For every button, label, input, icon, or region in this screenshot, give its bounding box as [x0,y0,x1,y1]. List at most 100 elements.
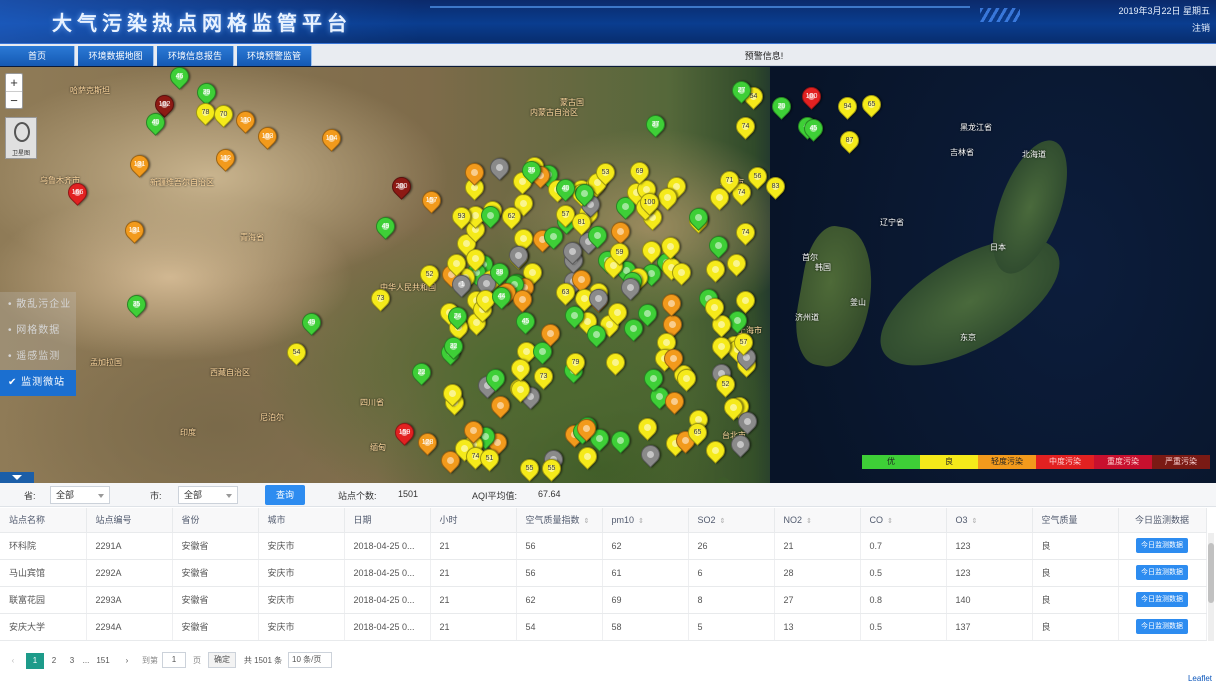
goto-confirm-button[interactable]: 确定 [208,652,236,668]
sort-icon[interactable]: ⇕ [720,517,726,525]
station-marker[interactable]: 35 [123,291,150,318]
station-marker[interactable]: 131 [126,151,153,178]
page-3[interactable]: 3 [66,653,78,669]
sort-icon[interactable]: ⇕ [887,517,893,525]
table-row[interactable]: 安庆大学 2294A 安徽省 安庆市 2018-04-25 0... 21 54 58 5 13 0… [0,613,1207,641]
layer-thumbnail[interactable]: 卫星图 [5,117,37,159]
sort-icon[interactable]: ⇕ [584,517,590,525]
today-data-button[interactable]: 今日监测数据 [1136,565,1188,580]
station-marker[interactable]: 110 [232,107,259,134]
station-marker[interactable]: 74 [732,219,759,246]
sort-icon[interactable]: ⇕ [806,517,812,525]
tab-env-warning[interactable]: 环境预警监管 [237,46,312,66]
sort-icon[interactable]: ⇕ [638,517,644,525]
col-no2[interactable]: NO2 ⇕ [774,508,861,533]
today-data-button[interactable]: 今日监测数据 [1136,619,1188,634]
today-data-button[interactable]: 今日监测数据 [1136,592,1188,607]
side-item-micro-station[interactable]: ✔ 监测微站 [0,370,76,396]
station-marker-value: 35 [132,301,141,308]
station-marker[interactable]: 49 [372,213,399,240]
page-1[interactable]: 1 [26,653,44,669]
station-marker[interactable]: 159 [391,419,418,446]
col-station-id: 站点编号 [86,508,173,533]
station-marker[interactable]: 112 [212,145,239,172]
station-marker[interactable]: 49 [298,309,325,336]
station-marker-value: 131 [128,227,141,234]
station-marker[interactable] [607,218,634,245]
station-marker[interactable]: 200 [388,173,415,200]
map-view[interactable]: 哈萨克斯坦 蒙古国 乌鲁木齐市 新疆维吾尔自治区 内蒙古自治区 青海省 西藏自治区 四川省 中华… [0,67,1216,483]
station-marker[interactable]: 131 [121,217,148,244]
table-body: 环科院 2291A 安徽省 安庆市 2018-04-25 0... 21 56 62 26 21 0… [0,532,1207,641]
tab-env-report[interactable]: 环境信息报告 [157,46,234,66]
query-button[interactable]: 查询 [265,485,305,505]
globe-icon [14,122,30,142]
station-marker[interactable]: 74 [732,113,759,140]
goto-page-input[interactable]: 1 [162,652,186,668]
table-cell: 安徽省 [172,586,259,614]
station-marker[interactable] [487,392,514,419]
station-marker[interactable] [602,349,629,376]
table-cell: 27 [774,586,861,614]
tab-env-data-map[interactable]: 环境数据地图 [78,46,154,66]
station-marker[interactable]: 55 [516,455,543,482]
page-2[interactable]: 2 [48,653,60,669]
zoom-in-button[interactable]: + [6,74,22,91]
side-item-scattered-enterprises[interactable]: • 散乱污企业 [0,292,76,318]
station-marker[interactable] [486,154,513,181]
station-marker[interactable]: 52 [712,371,739,398]
page-size-select[interactable]: 10 条/页 [288,652,332,668]
city-select[interactable]: 全部 [178,486,238,504]
col-co[interactable]: CO ⇕ [860,508,947,533]
table-row[interactable]: 马山宾馆 2292A 安徽省 安庆市 2018-04-25 0... 21 56 61 6 28 0… [0,559,1207,587]
province-select[interactable]: 全部 [50,486,110,504]
today-data-button[interactable]: 今日监测数据 [1136,538,1188,553]
side-item-grid-data[interactable]: • 网格数据 [0,318,76,344]
scrollbar-thumb[interactable] [1208,543,1214,603]
sort-icon[interactable]: ⇕ [972,517,978,525]
station-marker[interactable]: 45 [512,308,539,335]
station-marker[interactable]: 157 [418,187,445,214]
station-marker[interactable]: 128 [414,429,441,456]
station-marker[interactable]: 54 [283,339,310,366]
station-marker[interactable] [607,427,634,454]
collapse-panel-button[interactable] [0,472,34,483]
col-pm10[interactable]: pm10 ⇕ [602,508,689,533]
zoom-out-button[interactable]: − [6,91,22,108]
station-marker[interactable]: 37 [642,111,669,138]
col-aqi[interactable]: 空气质量指数 ⇕ [516,508,603,533]
table-row[interactable]: 联富花园 2293A 安徽省 安庆市 2018-04-25 0... 21 62 69 8 27 0… [0,586,1207,614]
next-page-button[interactable]: › [122,653,132,669]
station-marker[interactable] [723,250,750,277]
station-marker[interactable]: 70 [210,101,237,128]
station-marker-value: 63 [561,289,570,296]
leaflet-attribution[interactable]: Leaflet [1185,674,1214,683]
warning-message[interactable]: 预警信息! [312,46,1216,66]
station-marker-value: 49 [381,223,390,230]
side-item-remote-sensing[interactable]: • 遥感监测 [0,344,76,370]
table-scrollbar[interactable] [1208,533,1214,641]
station-marker[interactable] [705,232,732,259]
station-marker[interactable] [702,256,729,283]
station-marker[interactable] [634,414,661,441]
table-row[interactable]: 环科院 2291A 安徽省 安庆市 2018-04-25 0... 21 56 62 26 21 0… [0,532,1207,560]
station-marker[interactable]: 104 [318,125,345,152]
table-cell: 安庆市 [258,613,345,641]
station-marker[interactable] [702,437,729,464]
page-ellipsis[interactable]: ... [80,653,92,669]
station-marker[interactable] [637,441,664,468]
station-marker[interactable]: 46 [166,67,193,90]
station-marker[interactable] [685,204,712,231]
station-marker[interactable]: 103 [254,123,281,150]
logout-link[interactable]: 注销 [1118,20,1210,37]
station-marker-value: 157 [425,197,438,204]
prev-page-button[interactable]: ‹ [8,653,18,669]
station-marker[interactable]: 166 [64,179,91,206]
col-so2[interactable]: SO2 ⇕ [688,508,775,533]
col-o3[interactable]: O3 ⇕ [946,508,1033,533]
station-marker[interactable]: 22 [408,359,435,386]
tab-home[interactable]: 首页 [0,46,75,66]
station-marker[interactable] [658,290,685,317]
station-marker[interactable]: 73 [530,363,557,390]
page-last[interactable]: 151 [94,653,112,669]
